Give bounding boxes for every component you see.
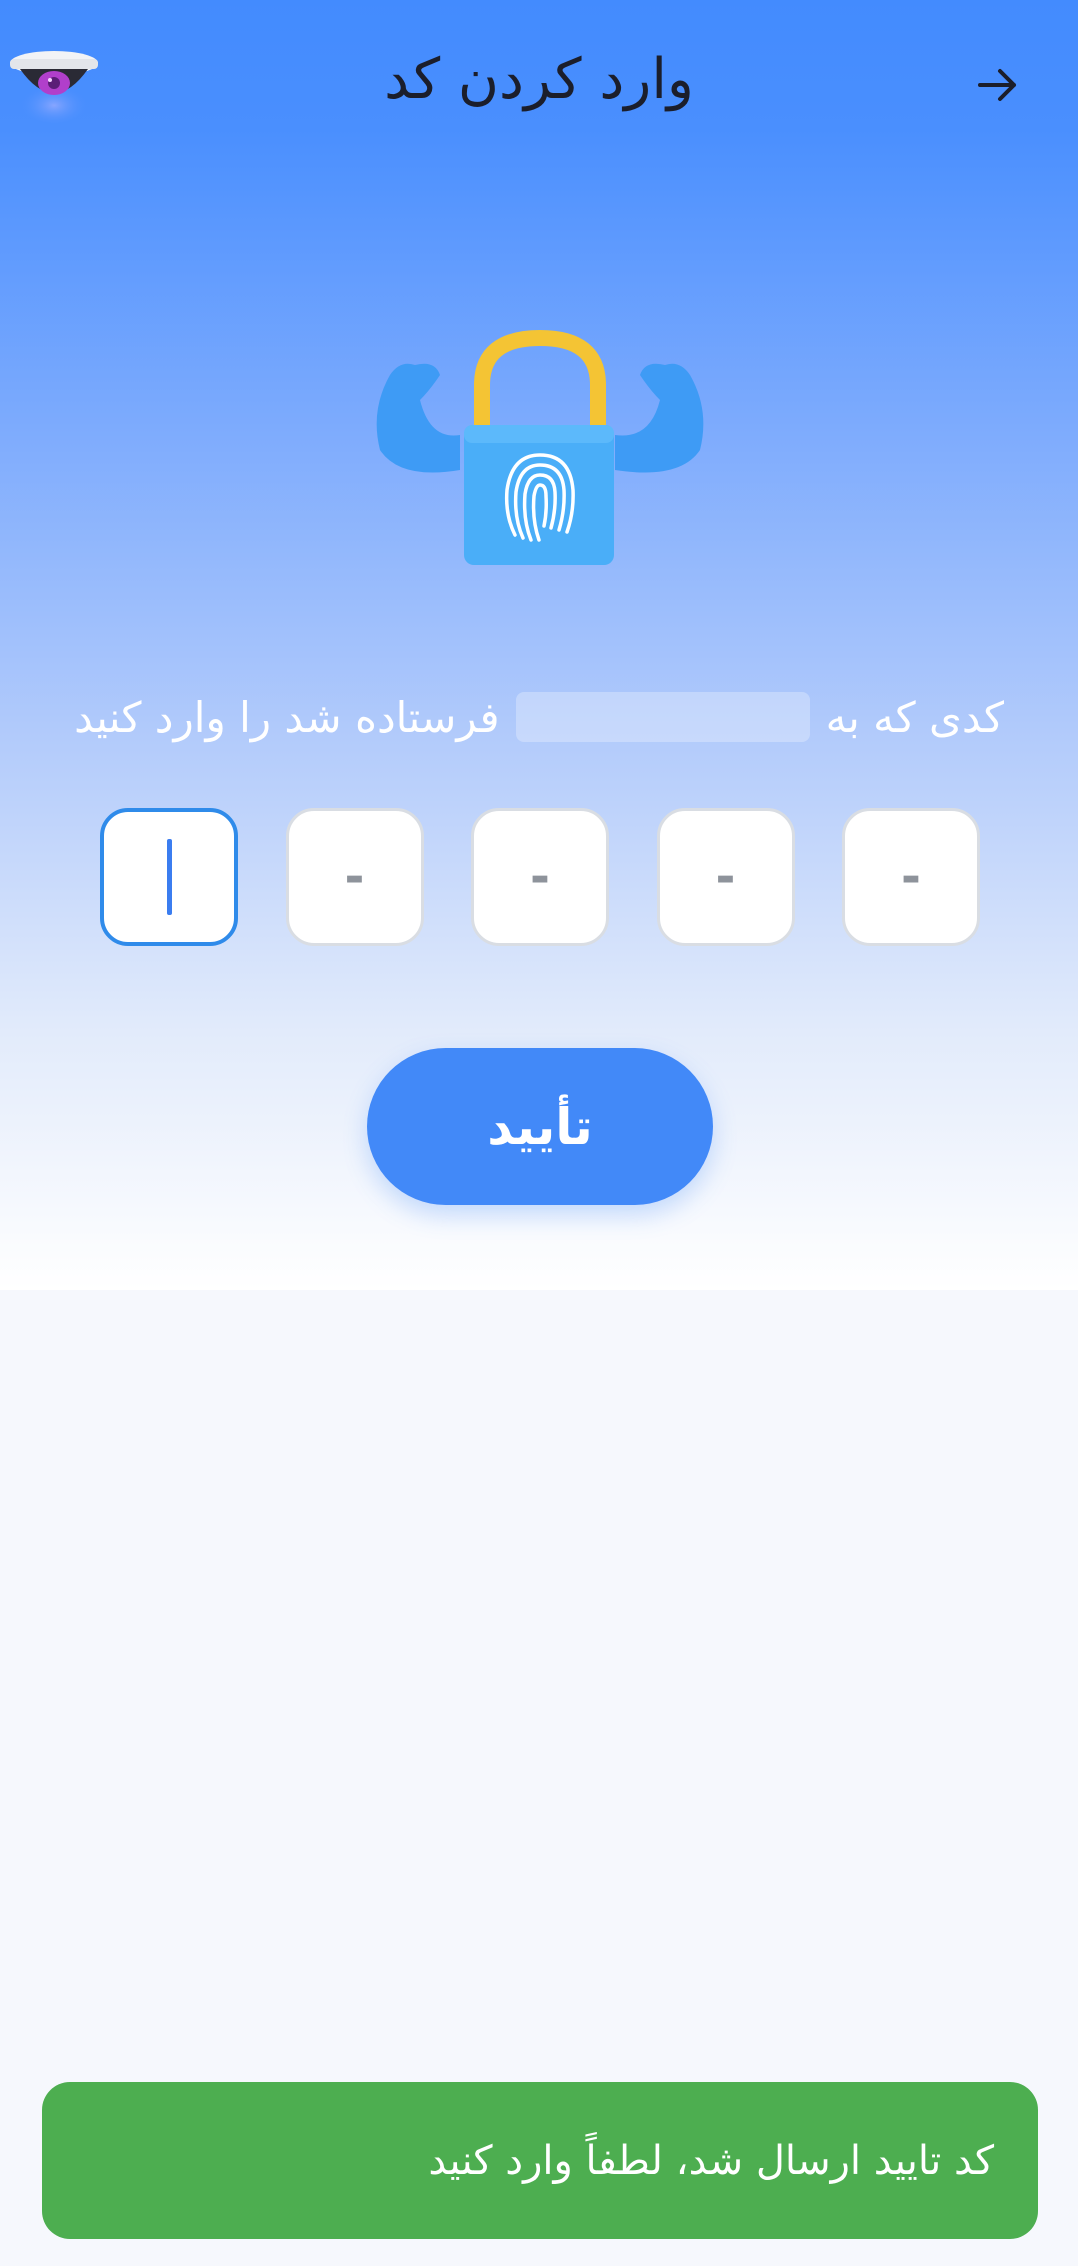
otp-digit-4[interactable]: - xyxy=(656,808,795,946)
otp-digit-1[interactable] xyxy=(100,808,238,946)
otp-digit-5[interactable]: - xyxy=(842,808,980,946)
instruction-suffix: فرستاده شد را وارد کنید xyxy=(74,692,500,742)
page-title: وارد کردن کد xyxy=(384,47,694,112)
instruction-text: کدی که به فرستاده شد را وارد کنید xyxy=(60,682,1018,752)
toast-message: کد تایید ارسال شد، لطفاً وارد کنید xyxy=(42,2082,1038,2239)
fingerprint-lock-icon xyxy=(376,330,704,565)
otp-input-group: - - - - xyxy=(100,808,980,952)
otp-digit-3[interactable]: - xyxy=(471,808,609,946)
masked-phone-number xyxy=(515,692,810,742)
confirm-button[interactable]: تأیید xyxy=(367,1048,713,1205)
instruction-prefix: کدی که به xyxy=(825,692,1004,742)
otp-digit-2[interactable]: - xyxy=(285,808,424,946)
toast-text: کد تایید ارسال شد، لطفاً وارد کنید xyxy=(428,2137,994,2184)
security-camera-icon xyxy=(10,51,98,123)
text-cursor xyxy=(166,839,172,915)
